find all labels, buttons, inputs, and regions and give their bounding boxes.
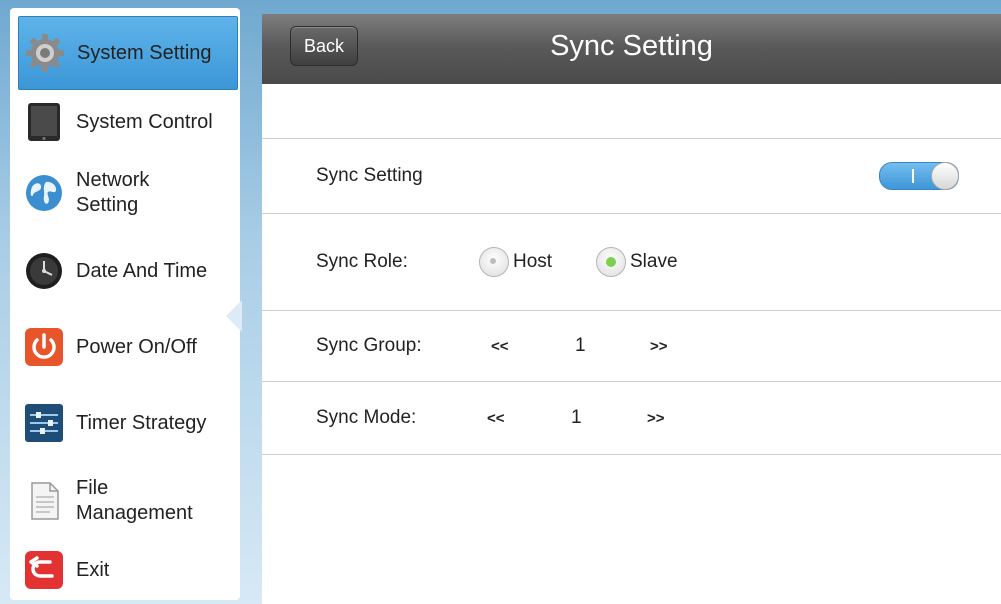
clock-icon: [24, 251, 64, 291]
sidebar-item-label: Power On/Off: [76, 335, 197, 358]
sync-mode-prev-button[interactable]: <<: [487, 410, 505, 427]
sync-mode-label: Sync Mode:: [316, 407, 417, 428]
page-title: Sync Setting: [550, 30, 713, 62]
sync-mode-next-button[interactable]: >>: [647, 410, 665, 427]
sidebar-item-network-setting[interactable]: Network Setting: [18, 158, 236, 228]
sync-group-next-button[interactable]: >>: [650, 338, 668, 355]
sidebar-item-system-control[interactable]: System Control: [18, 94, 236, 150]
sync-setting-row: Sync Setting: [262, 139, 1001, 214]
sync-group-row: Sync Group: << 1 >>: [262, 311, 1001, 382]
sidebar-item-power-on-off[interactable]: Power On/Off: [18, 316, 236, 378]
sync-group-value: 1: [575, 335, 586, 356]
sidebar-item-label: Date And Time: [76, 259, 208, 282]
gear-icon: [25, 33, 65, 73]
sync-role-label: Sync Role:: [316, 251, 408, 272]
radio-slave-label: Slave: [630, 251, 678, 272]
sliders-icon: [24, 403, 64, 443]
sidebar-item-exit[interactable]: Exit: [18, 542, 236, 598]
sidebar-item-label: System Setting: [77, 41, 212, 64]
blank-row: [262, 84, 1001, 139]
sync-group-prev-button[interactable]: <<: [491, 338, 509, 355]
sidebar-item-timer-strategy[interactable]: Timer Strategy: [18, 392, 236, 454]
header-bar: Back Sync Setting: [262, 14, 1001, 84]
radio-slave-inner: [606, 257, 616, 267]
radio-slave[interactable]: Slave: [596, 247, 678, 277]
radio-host-circle: [479, 247, 509, 277]
sidebar-item-label: Network Setting: [76, 169, 150, 216]
sync-role-row: Sync Role: Host Slave: [262, 214, 1001, 311]
sidebar-item-label: System Control: [76, 110, 213, 133]
toggle-knob: [931, 162, 959, 190]
sync-setting-toggle[interactable]: [879, 162, 959, 190]
sidebar: System Setting System Control Network Se…: [10, 8, 240, 600]
sidebar-item-label: File Management: [76, 477, 193, 524]
sync-mode-value: 1: [571, 407, 582, 428]
tablet-icon: [24, 102, 64, 142]
main-panel: Back Sync Setting Sync Setting Sync Role…: [262, 14, 1001, 604]
document-icon: [24, 481, 64, 521]
sidebar-item-system-setting[interactable]: System Setting: [18, 16, 238, 90]
radio-host-label: Host: [513, 251, 553, 272]
sidebar-item-date-and-time[interactable]: Date And Time: [18, 240, 236, 302]
sidebar-item-label: Exit: [76, 558, 110, 581]
sync-mode-row: Sync Mode: << 1 >>: [262, 382, 1001, 455]
sidebar-item-label: Timer Strategy: [76, 411, 207, 434]
sync-setting-label: Sync Setting: [316, 165, 423, 186]
app-frame: System Setting System Control Network Se…: [0, 0, 1001, 604]
selection-pointer: [226, 300, 242, 332]
radio-host[interactable]: Host: [479, 247, 552, 277]
power-icon: [24, 327, 64, 367]
radio-slave-circle: [596, 247, 626, 277]
sync-group-label: Sync Group:: [316, 335, 422, 356]
radio-host-inner: [490, 258, 496, 264]
sidebar-item-file-management[interactable]: File Management: [18, 468, 236, 534]
globe-icon: [24, 173, 64, 213]
toggle-on-mark: [912, 169, 914, 183]
exit-icon: [24, 550, 64, 590]
